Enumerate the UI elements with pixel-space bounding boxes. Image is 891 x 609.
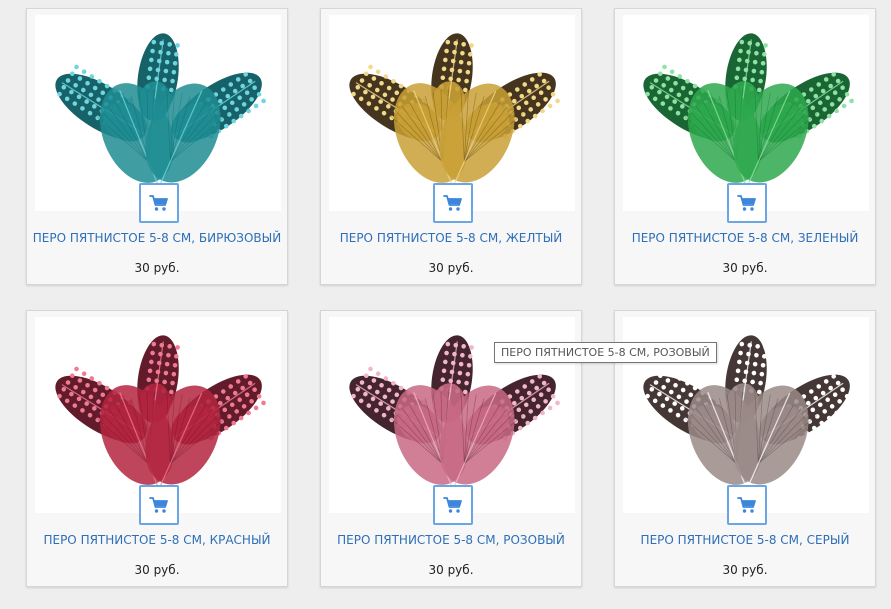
product-title-link[interactable]: ПЕРО ПЯТНИСТОЕ 5-8 СМ, БИРЮЗОВЫЙ [27, 231, 287, 245]
product-image[interactable] [35, 15, 281, 211]
product-title-link[interactable]: ПЕРО ПЯТНИСТОЕ 5-8 СМ, РОЗОВЫЙ [321, 533, 581, 547]
product-image[interactable] [623, 15, 869, 211]
add-to-cart-button[interactable] [727, 183, 767, 223]
add-to-cart-button[interactable] [139, 485, 179, 525]
product-card: ПЕРО ПЯТНИСТОЕ 5-8 СМ, ЗЕЛЕНЫЙ 30 руб. [614, 8, 876, 285]
product-card: ПЕРО ПЯТНИСТОЕ 5-8 СМ, БИРЮЗОВЫЙ 30 руб. [26, 8, 288, 285]
feathers-image [349, 33, 560, 193]
product-title-link[interactable]: ПЕРО ПЯТНИСТОЕ 5-8 СМ, СЕРЫЙ [615, 533, 875, 547]
product-title-link[interactable]: ПЕРО ПЯТНИСТОЕ 5-8 СМ, ЖЕЛТЫЙ [321, 231, 581, 245]
cart-icon [737, 497, 756, 513]
product-title-link[interactable]: ПЕРО ПЯТНИСТОЕ 5-8 СМ, КРАСНЫЙ [27, 533, 287, 547]
hover-tooltip: ПЕРО ПЯТНИСТОЕ 5-8 СМ, РОЗОВЫЙ [494, 342, 717, 363]
add-to-cart-button[interactable] [139, 183, 179, 223]
product-price: 30 руб. [722, 563, 768, 577]
feathers-image [55, 335, 266, 495]
cart-icon [737, 195, 756, 211]
product-card: ПЕРО ПЯТНИСТОЕ 5-8 СМ, КРАСНЫЙ 30 руб. [26, 310, 288, 587]
cart-icon [443, 195, 462, 211]
product-price: 30 руб. [428, 563, 474, 577]
feathers-image [55, 33, 266, 193]
add-to-cart-button[interactable] [727, 485, 767, 525]
product-image[interactable] [329, 15, 575, 211]
feathers-image [643, 33, 854, 193]
product-title-link[interactable]: ПЕРО ПЯТНИСТОЕ 5-8 СМ, ЗЕЛЕНЫЙ [615, 231, 875, 245]
cart-icon [443, 497, 462, 513]
cart-icon [149, 497, 168, 513]
add-to-cart-button[interactable] [433, 485, 473, 525]
product-price: 30 руб. [428, 261, 474, 275]
cart-icon [149, 195, 168, 211]
product-image[interactable] [35, 317, 281, 513]
product-price: 30 руб. [134, 261, 180, 275]
add-to-cart-button[interactable] [433, 183, 473, 223]
product-card: ПЕРО ПЯТНИСТОЕ 5-8 СМ, ЖЕЛТЫЙ 30 руб. [320, 8, 582, 285]
product-price: 30 руб. [722, 261, 768, 275]
product-price: 30 руб. [134, 563, 180, 577]
